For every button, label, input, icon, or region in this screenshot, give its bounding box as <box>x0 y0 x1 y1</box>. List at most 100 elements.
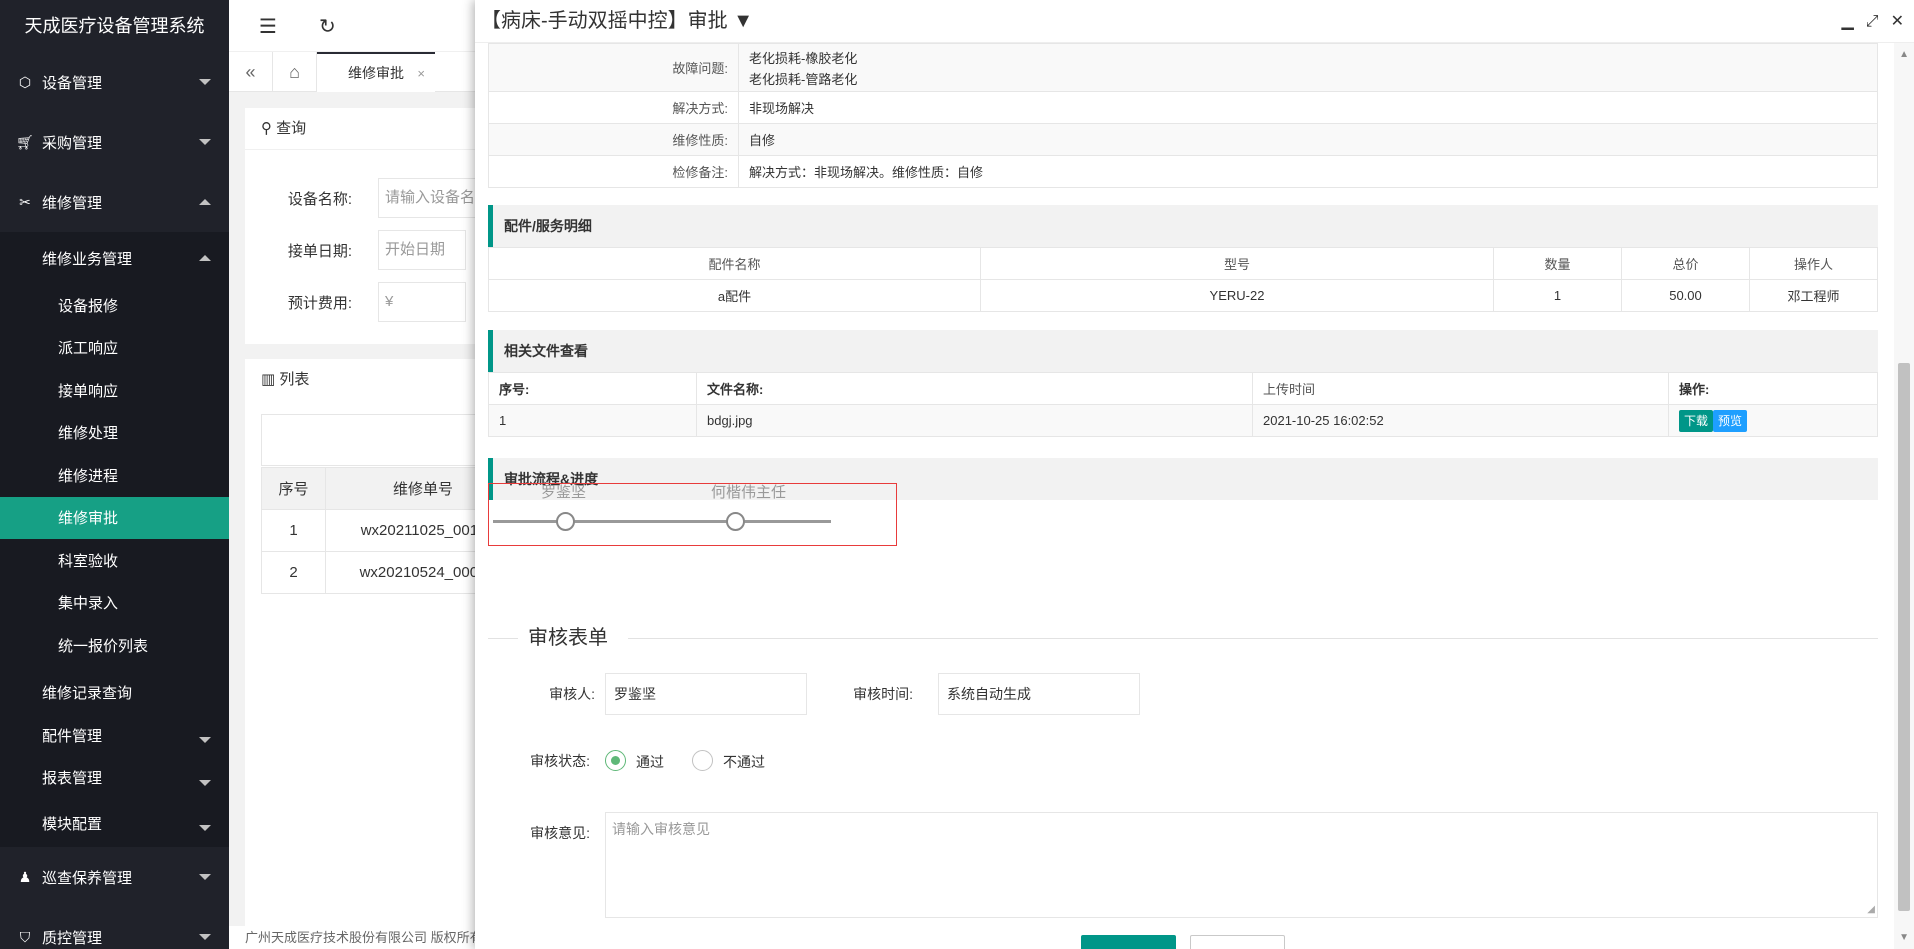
table-icon: ▥ <box>261 371 276 388</box>
list-card: ▥ 列表 序号 维修单号 1 wx20211025_0011 2 wx20210… <box>245 359 521 926</box>
fault-value: 老化损耗-橡胶老化 <box>749 50 858 66</box>
device-name-label: 设备名称: <box>287 191 352 208</box>
sidebar-item-reports[interactable]: 报表管理 <box>0 757 229 800</box>
patrol-icon: ♟ <box>18 868 32 885</box>
tab-repair-approval[interactable]: 维修审批 × <box>317 52 435 92</box>
list-title: 列表 <box>279 371 310 388</box>
sidebar-item-repair[interactable]: ✂ 维修管理 <box>0 172 229 232</box>
reviewer-field[interactable]: 罗鉴坚 <box>605 673 807 715</box>
parts-section-title: 配件/服务明细 <box>488 205 1878 247</box>
scroll-up-icon[interactable]: ▲ <box>1899 49 1909 60</box>
chevron-down-icon <box>199 874 211 880</box>
start-date-input[interactable]: 开始日期 <box>378 230 466 270</box>
preview-button[interactable]: 预览 <box>1713 409 1748 432</box>
column-header: 序号: <box>488 372 697 405</box>
fault-values: 老化损耗-橡胶老化 老化损耗-管路老化 <box>738 43 1878 92</box>
table-cell: bdgj.jpg <box>696 404 1253 437</box>
sidebar-item-progress[interactable]: 维修进程 <box>0 454 229 497</box>
submit-button[interactable] <box>1081 935 1176 949</box>
table-cell: a配件 <box>488 279 981 312</box>
sidebar-item-dispatch[interactable]: 派工响应 <box>0 327 229 370</box>
home-icon[interactable]: ⌂ <box>273 52 317 92</box>
shield-icon: ⛉ <box>19 928 31 945</box>
files-table: 序号: 文件名称: 上传时间 操作: 1 bdgj.jpg 2021-10-25… <box>488 372 1878 437</box>
legend-line <box>488 638 518 639</box>
chevron-up-icon <box>199 255 211 261</box>
method-label: 解决方式: <box>488 91 739 124</box>
sidebar-item-label: 模块配置 <box>42 815 103 833</box>
status-pass-radio[interactable] <box>605 750 626 771</box>
list-toolbar <box>261 414 511 466</box>
minimize-icon[interactable]: ▁ <box>1841 0 1853 43</box>
sidebar-item-device[interactable]: ⬡ 设备管理 <box>0 52 229 112</box>
review-form-title: 审核表单 <box>520 621 616 650</box>
sidebar-item-accept-order[interactable]: 接单响应 <box>0 369 229 412</box>
review-time-field[interactable]: 系统自动生成 <box>938 673 1140 715</box>
review-form-legend: 审核表单 <box>488 621 1878 650</box>
query-card: ⚲ 查询 设备名称: 请输入设备名 接单日期: 开始日期 预计费用: ¥ <box>245 108 505 344</box>
sidebar: 天成医疗设备管理系统 ⬡ 设备管理 🛒︎ 采购管理 ✂ 维修管理 维修业务管理 … <box>0 0 229 949</box>
opinion-placeholder: 请输入审核意见 <box>612 821 710 837</box>
sidebar-item-parts[interactable]: 配件管理 <box>0 714 229 757</box>
review-time-label: 审核时间: <box>853 686 913 702</box>
sidebar-item-patrol[interactable]: ♟ 巡查保养管理 <box>0 847 229 907</box>
sidebar-group-label: 维修业务管理 <box>42 250 133 268</box>
column-header: 序号 <box>261 467 326 510</box>
column-header: 总价 <box>1621 247 1750 280</box>
table-cell: 1 <box>261 509 326 552</box>
fault-value: 老化损耗-管路老化 <box>749 71 858 87</box>
status-reject-label[interactable]: 不通过 <box>723 752 765 772</box>
status-reject-radio[interactable] <box>692 750 713 771</box>
legend-line <box>628 638 1878 639</box>
refresh-icon[interactable]: ↻ <box>319 14 336 39</box>
modal-scrollbar-thumb[interactable] <box>1898 363 1910 911</box>
column-header: 文件名称: <box>696 372 1253 405</box>
chevron-down-icon <box>199 79 211 85</box>
table-cell: YERU-22 <box>980 279 1494 312</box>
sidebar-item-batch-entry[interactable]: 集中录入 <box>0 582 229 625</box>
modal-title[interactable]: 【病床-手动双摇中控】审批 ▼ <box>481 10 753 32</box>
chevron-up-icon <box>199 199 211 205</box>
cost-input[interactable]: ¥ <box>378 282 466 322</box>
maximize-icon[interactable]: ⤢ <box>1866 0 1879 43</box>
sidebar-item-quote-list[interactable]: 统一报价列表 <box>0 624 229 667</box>
flow-step-dot <box>726 512 745 531</box>
table-row: 解决方式: 非现场解决 <box>488 91 1878 124</box>
sidebar-item-module-config[interactable]: 模块配置 <box>0 799 229 847</box>
sidebar-item-process[interactable]: 维修处理 <box>0 412 229 455</box>
sidebar-item-purchase[interactable]: 🛒︎ 采购管理 <box>0 112 229 172</box>
sidebar-item-label: 维修管理 <box>42 194 103 212</box>
column-header: 型号 <box>980 247 1494 280</box>
cancel-button[interactable] <box>1190 935 1285 949</box>
sidebar-item-label: 采购管理 <box>42 134 103 152</box>
approval-flow-progress: 罗鉴坚 何楷伟主任 <box>488 483 897 546</box>
sidebar-item-acceptance[interactable]: 科室验收 <box>0 539 229 582</box>
sidebar-item-approval[interactable]: 维修审批 <box>0 496 229 539</box>
table-cell: 2021-10-25 16:02:52 <box>1252 404 1669 437</box>
sidebar-item-quality[interactable]: ⛉ 质控管理 <box>0 907 229 949</box>
table-row: 检修备注: 解决方式：非现场解决。维修性质：自修 <box>488 155 1878 188</box>
sidebar-item-record-query[interactable]: 维修记录查询 <box>0 672 229 715</box>
chevron-down-icon <box>199 779 211 786</box>
nature-label: 维修性质: <box>488 123 739 156</box>
cost-label: 预计费用: <box>287 295 352 312</box>
close-icon[interactable]: × <box>417 66 425 81</box>
list-card-title: ▥ 列表 <box>245 359 505 401</box>
sidebar-item-report[interactable]: 设备报修 <box>0 284 229 327</box>
scroll-down-icon[interactable]: ▼ <box>1899 932 1909 943</box>
status-pass-label[interactable]: 通过 <box>636 752 664 772</box>
tabs-scroll-left-icon[interactable]: « <box>229 52 273 92</box>
opinion-textarea[interactable]: 请输入审核意见 ◢ <box>605 812 1878 918</box>
flow-step-dot <box>556 512 575 531</box>
status-label: 审核状态: <box>530 753 590 769</box>
sidebar-group-repair-business[interactable]: 维修业务管理 <box>0 232 229 284</box>
date-label: 接单日期: <box>287 243 352 260</box>
query-card-title: ⚲ 查询 <box>245 108 505 150</box>
download-button[interactable]: 下载 <box>1679 409 1714 432</box>
sidebar-item-label: 配件管理 <box>42 727 103 745</box>
flow-step-name: 何楷伟主任 <box>711 484 787 501</box>
close-icon[interactable]: ✕ <box>1891 0 1904 43</box>
menu-collapse-icon[interactable]: ☰ <box>259 14 277 39</box>
resize-handle-icon[interactable]: ◢ <box>1867 904 1875 915</box>
table-row: a配件 YERU-22 1 50.00 邓工程师 <box>488 279 1878 312</box>
